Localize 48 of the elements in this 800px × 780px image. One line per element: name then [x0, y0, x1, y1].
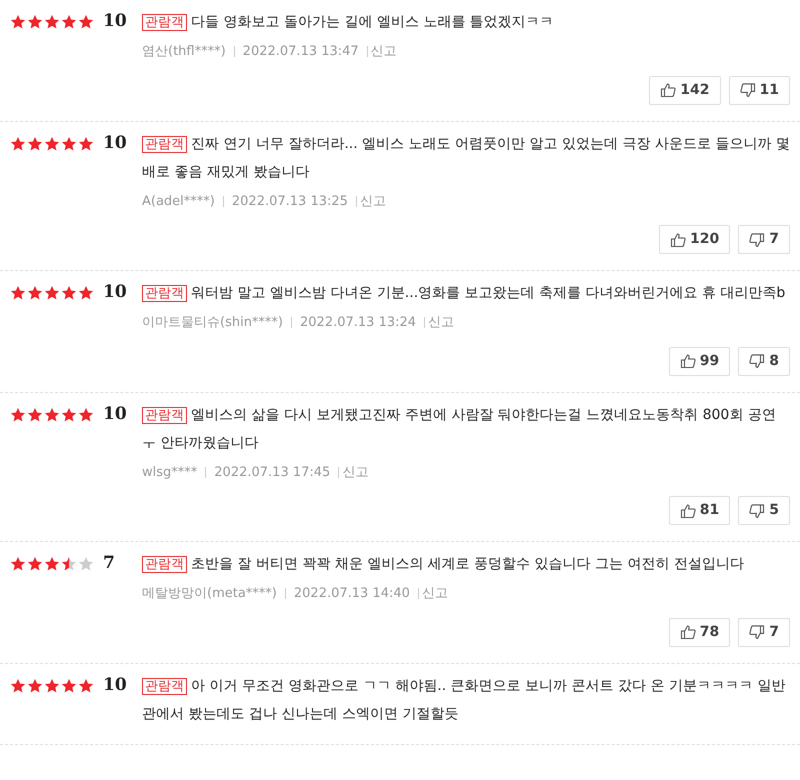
thumbs-up-icon [680, 624, 696, 640]
author-name: 메탈방망이(meta****) [142, 585, 277, 603]
thumbs-up-icon [660, 82, 676, 98]
author-name: 염산(thfl****) [142, 43, 226, 61]
dislike-button[interactable]: 5 [738, 496, 790, 525]
like-button[interactable]: 142 [649, 76, 721, 104]
rating-score: 10 [103, 281, 127, 304]
rating-score: 10 [103, 674, 127, 697]
thumbs-down-icon [749, 502, 766, 518]
dislike-button[interactable]: 7 [738, 618, 790, 646]
review-date: 2022.07.13 14:40 [294, 585, 410, 603]
viewer-tag: 관람객 [142, 285, 187, 302]
rating-score: 10 [103, 10, 127, 34]
review-text: 관람객 엘비스의 삶을 다시 보게됐고진짜 주변에 사람잘 둬야한다는걸 느꼈네요노동착취 800회 공연 ㅜ 안타까웠습니다 [142, 406, 777, 452]
review-text: 관람객 워터밤 말고 엘비스밤 다녀온 기분...영화를 보고왔는데 축제를 다녀와버린거에요 휴 대리만족b [142, 279, 790, 307]
review-text: 관람객 아 이거 무조건 영화관으로 ㄱㄱ 해야됨.. 큰화면으로 보니까 콘서트 갔다 온 기분ㅋㅋㅋㅋ 일반관에서 봤는데도 겁나 신나는데 스엑이면 기절할듯 [142, 676, 786, 724]
review-text: 관람객 초반을 잘 버티면 꽉꽉 채운 엘비스의 세계로 풍덩할수 있습니다 그는 여전히 전설입니다 [142, 550, 790, 578]
dislike-button[interactable]: 11 [728, 76, 790, 104]
thumbs-up-icon [670, 232, 686, 248]
review-date: 2022.07.13 13:47 [242, 43, 359, 61]
thumbs-up-icon [680, 353, 696, 369]
rating-score: 10 [103, 402, 127, 426]
viewer-tag: 관람객 [142, 678, 187, 694]
like-button[interactable]: 81 [668, 496, 730, 525]
viewer-tag: 관람객 [142, 136, 187, 152]
author-name: A(adel****) [142, 192, 215, 210]
rating-score: 7 [103, 552, 115, 576]
thumbs-down-icon [749, 624, 766, 640]
author-name: wlsg**** [142, 464, 198, 482]
like-button[interactable]: 78 [668, 618, 730, 646]
thumbs-down-icon [749, 232, 766, 248]
viewer-tag: 관람객 [142, 14, 187, 31]
viewer-tag: 관람객 [142, 556, 187, 573]
thumbs-up-icon [680, 502, 696, 518]
author-name: 이마트물티슈(shin****) [142, 314, 284, 332]
review-date: 2022.07.13 17:45 [214, 464, 330, 482]
thumbs-down-icon [740, 82, 756, 98]
review-text: 관람객 진짜 연기 너무 잘하더라... 엘비스 노래도 어렴풋이만 알고 있었는데 극장 사운드로 들으니까 몇배로 좋음 재밌게 봤습니다 [142, 134, 790, 182]
review-date: 2022.07.13 13:24 [300, 314, 416, 332]
like-button[interactable]: 120 [659, 225, 730, 254]
dislike-button[interactable]: 8 [738, 346, 790, 376]
like-button[interactable]: 99 [668, 346, 730, 376]
dislike-button[interactable]: 7 [738, 225, 790, 254]
thumbs-down-icon [749, 353, 766, 369]
viewer-tag: 관람객 [142, 406, 187, 424]
review-text: 관람객 다들 영화보고 돌아가는 길에 엘비스 노래를 틀었겠지ㅋㅋ [142, 8, 790, 36]
rating-score: 10 [103, 132, 127, 155]
review-date: 2022.07.13 13:25 [232, 192, 348, 210]
